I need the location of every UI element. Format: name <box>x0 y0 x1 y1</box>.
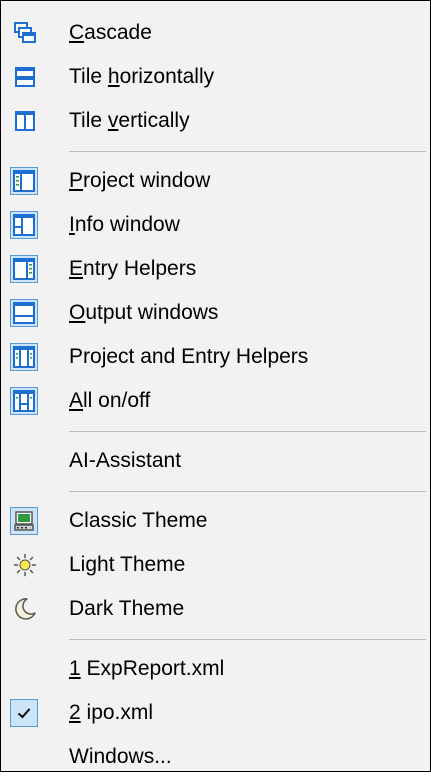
menu-item-label: Tile horizontally <box>69 65 215 88</box>
menu-item-project-window[interactable]: Project window <box>1 161 430 201</box>
menu-item-label: Light Theme <box>69 553 186 576</box>
entry-helpers-icon <box>10 255 38 283</box>
cascade-icon <box>13 21 37 45</box>
checkmark-icon <box>10 699 38 727</box>
menu-item-classic-theme[interactable]: Classic Theme <box>1 501 430 541</box>
sun-icon <box>13 553 37 577</box>
project-entry-helpers-icon <box>10 343 38 371</box>
menu-item-label: 1 ExpReport.xml <box>69 657 225 680</box>
menu-item-info-window[interactable]: Info window <box>1 205 430 245</box>
tile-horizontal-icon <box>13 65 37 89</box>
window-menu: Cascade Tile horizontally Tile verticall… <box>0 0 431 772</box>
classic-theme-icon <box>10 507 38 535</box>
menu-item-label: Tile vertically <box>69 109 190 132</box>
tile-vertical-icon <box>13 109 37 133</box>
menu-item-label: Info window <box>69 213 180 236</box>
menu-item-label: Windows... <box>69 745 172 768</box>
menu-item-entry-helpers[interactable]: Entry Helpers <box>1 249 430 289</box>
info-window-icon <box>10 211 38 239</box>
menu-separator <box>69 151 426 152</box>
menu-item-label: Project window <box>69 169 211 192</box>
menu-item-output-windows[interactable]: Output windows <box>1 293 430 333</box>
menu-item-label: Project and Entry Helpers <box>69 345 309 368</box>
menu-item-dark-theme[interactable]: Dark Theme <box>1 589 430 629</box>
menu-item-label: All on/off <box>69 389 151 412</box>
menu-item-recent-expreport[interactable]: 1 ExpReport.xml <box>1 649 430 689</box>
menu-item-label: AI-Assistant <box>69 449 182 472</box>
project-window-icon <box>10 167 38 195</box>
menu-item-light-theme[interactable]: Light Theme <box>1 545 430 585</box>
menu-item-ai-assistant[interactable]: AI-Assistant <box>1 441 430 481</box>
menu-item-windows[interactable]: Windows... <box>1 737 430 777</box>
moon-icon <box>13 597 37 621</box>
menu-item-cascade[interactable]: Cascade <box>1 13 430 53</box>
menu-item-label: Cascade <box>69 21 152 44</box>
menu-item-all-on-off[interactable]: All on/off <box>1 381 430 421</box>
menu-item-project-and-entry-helpers[interactable]: Project and Entry Helpers <box>1 337 430 377</box>
menu-separator <box>69 491 426 492</box>
output-windows-icon <box>10 299 38 327</box>
all-on-off-icon <box>10 387 38 415</box>
menu-item-tile-vertically[interactable]: Tile vertically <box>1 101 430 141</box>
menu-item-label: Entry Helpers <box>69 257 197 280</box>
menu-item-recent-ipo[interactable]: 2 ipo.xml <box>1 693 430 733</box>
menu-item-label: Classic Theme <box>69 509 208 532</box>
menu-item-label: Output windows <box>69 301 219 324</box>
menu-item-label: 2 ipo.xml <box>69 701 154 724</box>
menu-separator <box>69 639 426 640</box>
menu-separator <box>69 431 426 432</box>
menu-item-tile-horizontally[interactable]: Tile horizontally <box>1 57 430 97</box>
menu-item-label: Dark Theme <box>69 597 185 620</box>
